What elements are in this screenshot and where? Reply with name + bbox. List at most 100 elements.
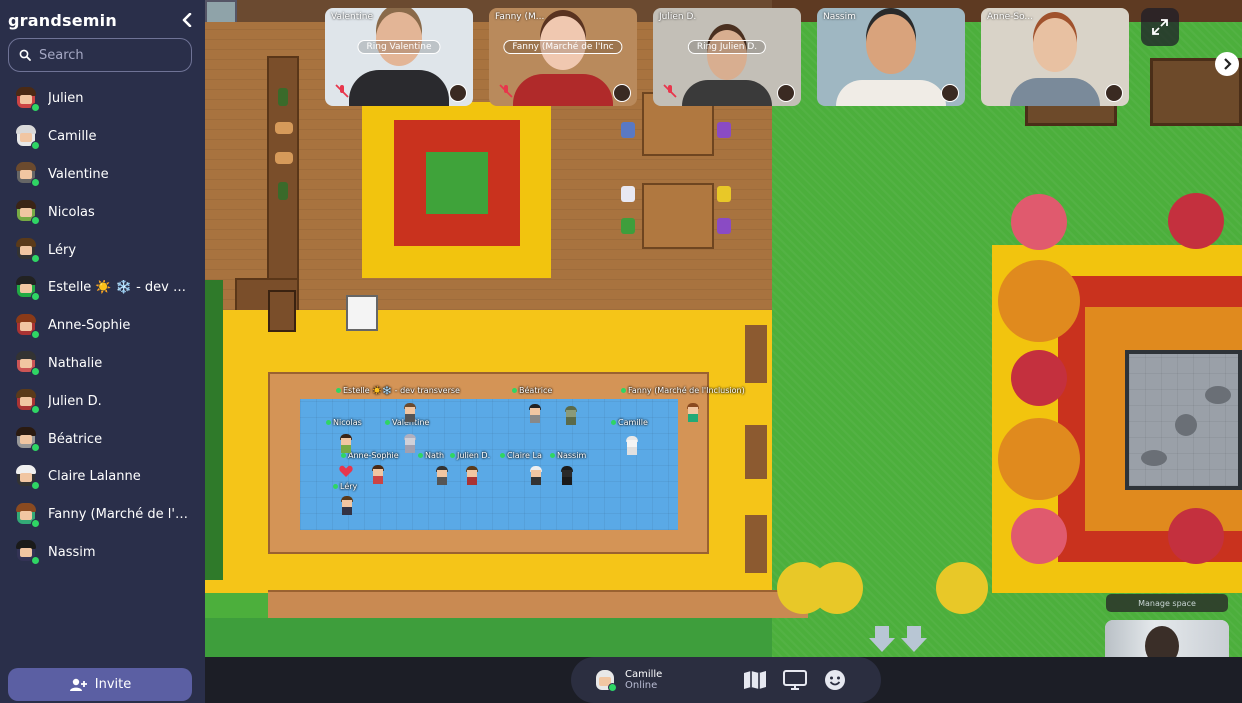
user-list-item[interactable]: Julien D. bbox=[0, 382, 205, 420]
tile-avatar bbox=[941, 84, 959, 102]
avatar-juliend[interactable] bbox=[464, 466, 480, 486]
online-status-dot bbox=[31, 480, 40, 490]
avatar bbox=[14, 275, 40, 301]
user-list-item[interactable]: Nassim bbox=[0, 534, 205, 572]
search-box[interactable] bbox=[8, 38, 192, 72]
manage-space-button[interactable]: Manage space bbox=[1106, 594, 1228, 612]
online-status-dot bbox=[31, 178, 40, 188]
tile-avatar bbox=[1105, 84, 1123, 102]
avatar-nassim[interactable] bbox=[559, 466, 575, 486]
avatar bbox=[14, 162, 40, 188]
player-avatar[interactable] bbox=[593, 669, 617, 692]
participant-video bbox=[682, 8, 772, 106]
video-tile-fanny[interactable]: Fanny (M... Fanny (Marché de l'Inc bbox=[489, 8, 637, 106]
user-list-item[interactable]: Julien bbox=[0, 80, 205, 118]
pink-tree bbox=[1011, 508, 1067, 564]
online-status-dot bbox=[31, 367, 40, 377]
player-status: Online bbox=[625, 680, 658, 691]
player-controls: Camille Online bbox=[571, 657, 881, 703]
collapse-sidebar-icon[interactable] bbox=[177, 10, 197, 30]
heart-icon bbox=[339, 465, 353, 477]
emote-button[interactable] bbox=[815, 660, 855, 700]
ring-button[interactable]: Ring Julien D. bbox=[687, 40, 767, 54]
user-list-item[interactable]: Estelle ☀️ ❄️ - dev tr... bbox=[0, 269, 205, 307]
user-list-item[interactable]: Camille bbox=[0, 118, 205, 156]
user-list-item[interactable]: Claire Lalanne bbox=[0, 458, 205, 496]
next-tiles-button[interactable] bbox=[1215, 52, 1239, 76]
avatar bbox=[14, 124, 40, 150]
user-name: Julien D. bbox=[48, 393, 102, 409]
user-list-item[interactable]: Béatrice bbox=[0, 420, 205, 458]
map-name-claire: Claire La bbox=[500, 451, 542, 460]
space-name: grandsemin bbox=[8, 10, 117, 30]
add-user-icon bbox=[69, 678, 87, 691]
online-status-dot bbox=[31, 518, 40, 528]
bread bbox=[275, 122, 293, 134]
down-arrows-icon bbox=[869, 626, 927, 652]
lower-grass bbox=[205, 618, 772, 657]
user-list-item[interactable]: Léry bbox=[0, 231, 205, 269]
user-list-item[interactable]: Valentine bbox=[0, 156, 205, 194]
yellow-bush bbox=[936, 562, 988, 614]
user-name: Nicolas bbox=[48, 204, 95, 220]
search-input[interactable] bbox=[39, 47, 179, 63]
user-list-item[interactable]: Nathalie bbox=[0, 345, 205, 383]
avatar-lery[interactable] bbox=[339, 496, 355, 516]
avatar-valentine[interactable] bbox=[402, 403, 418, 423]
zen-rock bbox=[1175, 414, 1197, 436]
expand-button[interactable] bbox=[1141, 8, 1179, 46]
invite-button[interactable]: Invite bbox=[8, 668, 192, 701]
avatar-julien[interactable] bbox=[370, 465, 386, 485]
player-info[interactable]: Camille Online bbox=[625, 669, 735, 691]
screen-share-icon bbox=[783, 670, 807, 690]
bench bbox=[745, 515, 767, 573]
avatar bbox=[14, 238, 40, 264]
map-name-nassim: Nassim bbox=[550, 451, 586, 460]
rug-center bbox=[426, 152, 488, 214]
tile-avatar bbox=[449, 84, 467, 102]
avatar-beatrice[interactable] bbox=[527, 404, 543, 424]
ring-button[interactable]: Fanny (Marché de l'Inc bbox=[503, 40, 623, 54]
avatar-claire[interactable] bbox=[528, 466, 544, 486]
screen-share-button[interactable] bbox=[775, 660, 815, 700]
online-status-dot bbox=[31, 254, 40, 264]
avatar-fanny[interactable] bbox=[685, 403, 701, 423]
avatar-estelle[interactable] bbox=[563, 406, 579, 426]
participant-video bbox=[349, 8, 449, 106]
participant-video bbox=[513, 8, 613, 106]
map-name-nathalie: Nath bbox=[418, 451, 444, 460]
avatar bbox=[14, 464, 40, 490]
avatar-nicolas[interactable] bbox=[338, 434, 354, 454]
user-list-item[interactable]: Fanny (Marché de l'In... bbox=[0, 496, 205, 534]
expand-icon bbox=[1152, 19, 1168, 35]
avatar-annesophie[interactable] bbox=[402, 434, 418, 454]
avatar-nathalie[interactable] bbox=[434, 466, 450, 486]
video-tile-juliend[interactable]: Julien D. Ring Julien D. bbox=[653, 8, 801, 106]
whiteboard[interactable] bbox=[346, 295, 378, 331]
orange-tree bbox=[998, 260, 1080, 342]
bread bbox=[275, 152, 293, 164]
arcade-machine[interactable] bbox=[268, 290, 296, 332]
map-name-camille: Camille bbox=[611, 418, 648, 427]
user-name: Valentine bbox=[48, 166, 109, 182]
online-status-dot bbox=[31, 216, 40, 226]
video-name: Fanny (M... bbox=[495, 12, 545, 22]
video-tile-nassim[interactable]: Nassim bbox=[817, 8, 965, 106]
game-map[interactable]: Estelle ☀️❄️ - dev transverse Béatrice F… bbox=[205, 0, 1242, 657]
user-list-item[interactable]: Anne-Sophie bbox=[0, 307, 205, 345]
user-name: Claire Lalanne bbox=[48, 469, 141, 485]
user-list-item[interactable]: Nicolas bbox=[0, 193, 205, 231]
bottle bbox=[278, 182, 288, 200]
wood-bench bbox=[268, 590, 808, 618]
video-name: Nassim bbox=[823, 12, 856, 22]
user-name: Nathalie bbox=[48, 355, 103, 371]
avatar-camille[interactable] bbox=[624, 436, 640, 456]
avatar bbox=[14, 427, 40, 453]
map-name-estelle: Estelle ☀️❄️ - dev transverse bbox=[336, 386, 460, 395]
bench bbox=[745, 325, 767, 383]
video-tile-annesophie[interactable]: Anne-So... bbox=[981, 8, 1129, 106]
tile-avatar bbox=[777, 84, 795, 102]
video-tile-valentine[interactable]: Valentine Ring Valentine bbox=[325, 8, 473, 106]
map-button[interactable] bbox=[735, 660, 775, 700]
ring-button[interactable]: Ring Valentine bbox=[357, 40, 441, 54]
